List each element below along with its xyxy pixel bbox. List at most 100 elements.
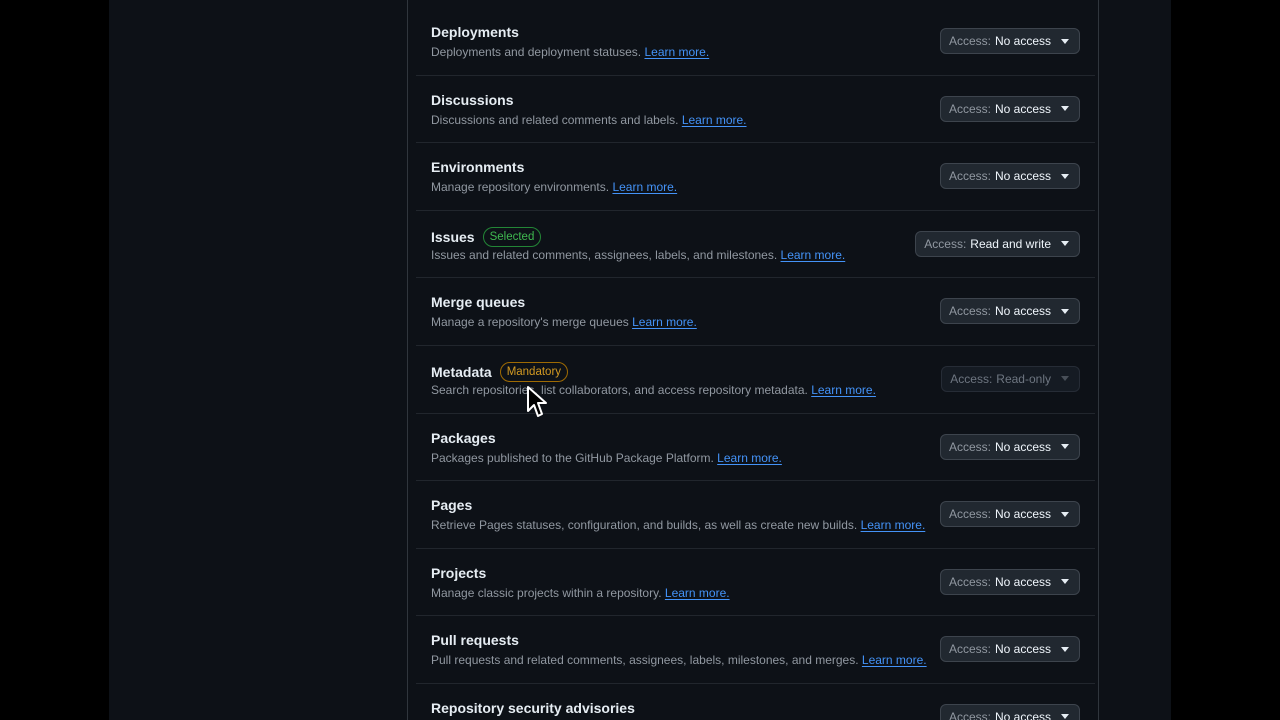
permission-title-text: Pages xyxy=(431,497,473,514)
permission-row-issues: Issues Selected Issues and related comment… xyxy=(416,211,1095,279)
permission-description-text: Pull requests and related comments, assi… xyxy=(431,653,859,668)
permission-title: Projects xyxy=(431,565,486,581)
access-label: Access: xyxy=(948,439,991,454)
permission-title-text: Discussions xyxy=(431,91,514,108)
permission-description: Retrieve Pages statuses, configuration, … xyxy=(431,518,925,532)
learn-more-link[interactable]: Learn more. xyxy=(861,518,926,532)
permission-description: Deployments and deployment statuses. Lea… xyxy=(431,45,709,59)
access-value: Read and write xyxy=(970,236,1051,251)
permission-description-text: Manage a repository's merge queues xyxy=(431,315,629,330)
access-label: Access: xyxy=(924,236,967,251)
permission-title-text: Metadata xyxy=(431,363,492,380)
permission-row-packages: Packages Packages published to the GitHub… xyxy=(416,414,1095,482)
access-dropdown[interactable]: Access: Read and write xyxy=(915,230,1080,257)
access-value: No access xyxy=(994,574,1051,589)
access-value: No access xyxy=(994,709,1051,720)
permission-title-text: Pull requests xyxy=(431,632,519,649)
caret-down-icon xyxy=(1061,241,1069,247)
access-label: Access: xyxy=(948,709,991,720)
permission-title-text: Environments xyxy=(431,159,525,176)
access-label: Access: xyxy=(948,507,991,522)
access-value: No access xyxy=(994,169,1051,184)
permission-title: Packages xyxy=(431,430,496,446)
learn-more-link[interactable]: Learn more. xyxy=(682,113,747,127)
learn-more-link[interactable]: Learn more. xyxy=(612,180,677,194)
access-dropdown[interactable]: Access: No access xyxy=(939,703,1080,720)
caret-down-icon xyxy=(1061,646,1069,652)
app-frame: Deployments Deployments and deployment st… xyxy=(109,0,1171,720)
learn-more-link[interactable]: Learn more. xyxy=(665,586,730,600)
permission-description: Search repositories, list collaborators,… xyxy=(431,383,876,397)
access-dropdown[interactable]: Access: No access xyxy=(939,163,1080,190)
permission-title-text: Projects xyxy=(431,564,487,581)
permission-row-discussions: Discussions Discussions and related comme… xyxy=(416,76,1095,144)
learn-more-link[interactable]: Learn more. xyxy=(811,383,876,397)
permission-description-text: Manage repository environments. xyxy=(431,180,610,195)
permission-description-text: Search repositories, list collaborators,… xyxy=(431,382,808,397)
permission-row-deployments: Deployments Deployments and deployment st… xyxy=(416,8,1095,76)
access-dropdown[interactable]: Access: No access xyxy=(939,95,1080,122)
permissions-panel: Deployments Deployments and deployment st… xyxy=(407,0,1099,720)
access-dropdown: Access: Read-only xyxy=(941,365,1080,392)
access-dropdown[interactable]: Access: No access xyxy=(939,298,1080,325)
permission-title: Discussions xyxy=(431,92,513,108)
permission-row-pages: Pages Retrieve Pages statuses, configurat… xyxy=(416,481,1095,549)
access-dropdown[interactable]: Access: No access xyxy=(939,433,1080,460)
permission-description: Manage classic projects within a reposit… xyxy=(431,586,730,600)
access-value: No access xyxy=(994,439,1051,454)
permission-description-text: Manage classic projects within a reposit… xyxy=(431,585,662,600)
selected-badge: Selected xyxy=(482,226,542,247)
access-label: Access: xyxy=(948,34,991,48)
mandatory-badge: Mandatory xyxy=(499,361,569,382)
permission-description-text: Issues and related comments, assignees, … xyxy=(431,247,778,262)
permission-title-text: Deployments xyxy=(431,24,519,40)
access-label: Access: xyxy=(948,304,991,319)
caret-down-icon xyxy=(1061,308,1069,314)
caret-down-icon xyxy=(1061,444,1069,450)
permission-description-text: Discussions and related comments and lab… xyxy=(431,112,679,127)
permission-description: Manage a repository's merge queues Learn… xyxy=(431,315,697,329)
access-dropdown[interactable]: Access: No access xyxy=(939,28,1080,54)
permission-row-repository-security-advisories: Repository security advisories Access: No … xyxy=(416,684,1095,720)
caret-down-icon xyxy=(1061,511,1069,517)
access-dropdown[interactable]: Access: No access xyxy=(939,501,1080,528)
access-label: Access: xyxy=(948,574,991,589)
access-dropdown[interactable]: Access: No access xyxy=(939,636,1080,663)
caret-down-icon xyxy=(1061,173,1069,179)
access-value: No access xyxy=(994,304,1051,319)
learn-more-link[interactable]: Learn more. xyxy=(632,315,697,329)
permission-description-text: Retrieve Pages statuses, configuration, … xyxy=(431,518,858,533)
permission-description-text: Deployments and deployment statuses. xyxy=(431,45,642,59)
learn-more-link[interactable]: Learn more. xyxy=(781,248,846,262)
access-value: No access xyxy=(994,507,1051,522)
permission-title-text: Issues xyxy=(431,228,475,245)
learn-more-link[interactable]: Learn more. xyxy=(644,45,709,59)
permission-description: Manage repository environments. Learn mo… xyxy=(431,180,677,194)
access-value: No access xyxy=(994,642,1051,657)
permission-title: Pages xyxy=(431,497,472,513)
access-label: Access: xyxy=(948,169,991,184)
permission-title: Issues Selected xyxy=(431,226,542,247)
permission-title-text: Repository security advisories xyxy=(431,699,635,716)
access-label: Access: xyxy=(950,371,993,386)
permission-description: Issues and related comments, assignees, … xyxy=(431,248,845,262)
learn-more-link[interactable]: Learn more. xyxy=(717,451,782,465)
permission-title: Deployments xyxy=(431,24,519,40)
permission-title-text: Packages xyxy=(431,429,496,446)
permission-description-text: Packages published to the GitHub Package… xyxy=(431,450,714,465)
caret-down-icon xyxy=(1061,106,1069,112)
permission-description: Pull requests and related comments, assi… xyxy=(431,653,927,667)
permission-title: Environments xyxy=(431,159,524,175)
permissions-list: Deployments Deployments and deployment st… xyxy=(416,8,1095,720)
learn-more-link[interactable]: Learn more. xyxy=(862,653,927,667)
caret-down-icon xyxy=(1061,579,1069,585)
permission-title: Merge queues xyxy=(431,294,525,310)
permission-title: Repository security advisories xyxy=(431,700,635,716)
permission-row-pull-requests: Pull requests Pull requests and related c… xyxy=(416,616,1095,684)
access-label: Access: xyxy=(948,642,991,657)
caret-down-icon xyxy=(1061,38,1069,44)
permission-title: Pull requests xyxy=(431,632,519,648)
caret-down-icon xyxy=(1061,714,1069,720)
access-dropdown[interactable]: Access: No access xyxy=(939,568,1080,595)
permission-description: Discussions and related comments and lab… xyxy=(431,113,747,127)
